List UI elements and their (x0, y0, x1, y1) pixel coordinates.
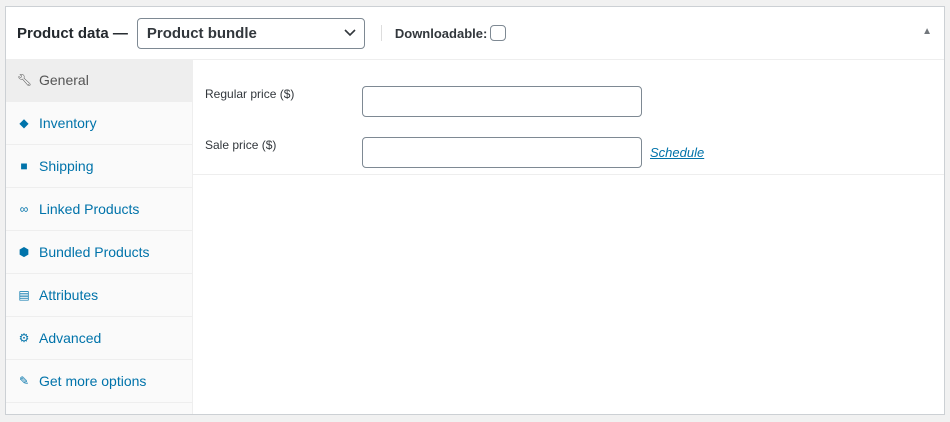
tab-attributes[interactable]: ▤ Attributes (6, 274, 192, 317)
tag-icon: ◆ (19, 116, 29, 130)
wrench-icon: 🔧︎ (17, 73, 33, 87)
downloadable-checkbox[interactable] (490, 25, 507, 41)
schedule-link[interactable]: Schedule (650, 145, 704, 160)
tab-label: Inventory (39, 115, 97, 131)
sale-price-label: Sale price ($) (205, 137, 277, 152)
product-type-value: Product bundle (146, 24, 257, 42)
tab-label: General (39, 72, 89, 88)
panel-title: Product data — (17, 24, 128, 42)
tabs-sidebar: 🔧︎ General ◆ Inventory ■ Shipping ∞ Linked P… (6, 59, 193, 414)
tab-label: Shipping (39, 158, 94, 174)
gear-icon: ⚙ (18, 331, 30, 345)
sale-price-input[interactable] (362, 137, 642, 168)
list-card-icon: ▤ (18, 288, 30, 302)
tab-advanced[interactable]: ⚙ Advanced (6, 317, 192, 360)
tab-label: Bundled Products (39, 244, 150, 260)
product-type-select[interactable]: Product bundle (136, 17, 365, 49)
chevron-down-icon (344, 29, 356, 37)
tab-label: Linked Products (39, 201, 140, 217)
tab-bundled-products[interactable]: ⬢ Bundled Products (6, 231, 192, 274)
truck-icon: ■ (20, 159, 28, 173)
link-icon: ∞ (19, 202, 29, 216)
regular-price-label: Regular price ($) (205, 86, 295, 101)
general-tab-content: Regular price ($) Sale price ($) Schedule (193, 60, 944, 414)
product-data-panel: Product data — Product bundle Downloadab… (5, 6, 945, 415)
tab-shipping[interactable]: ■ Shipping (6, 145, 192, 188)
tab-linked-products[interactable]: ∞ Linked Products (6, 188, 192, 231)
box-icon: ⬢ (18, 245, 30, 259)
tab-label: Attributes (39, 287, 99, 303)
tab-general[interactable]: 🔧︎ General (6, 59, 192, 102)
regular-price-input[interactable] (362, 86, 642, 117)
tab-label: Advanced (39, 330, 102, 346)
tab-get-more-options[interactable]: ✎ Get more options (6, 360, 192, 403)
divider (380, 25, 382, 41)
tab-inventory[interactable]: ◆ Inventory (6, 102, 192, 145)
collapse-toggle-icon[interactable]: ▲ (922, 26, 932, 37)
panel-header: Product data — Product bundle Downloadab… (6, 7, 944, 60)
tab-label: Get more options (39, 373, 147, 389)
downloadable-label: Downloadable: (394, 25, 488, 41)
plugin-icon: ✎ (18, 374, 30, 388)
